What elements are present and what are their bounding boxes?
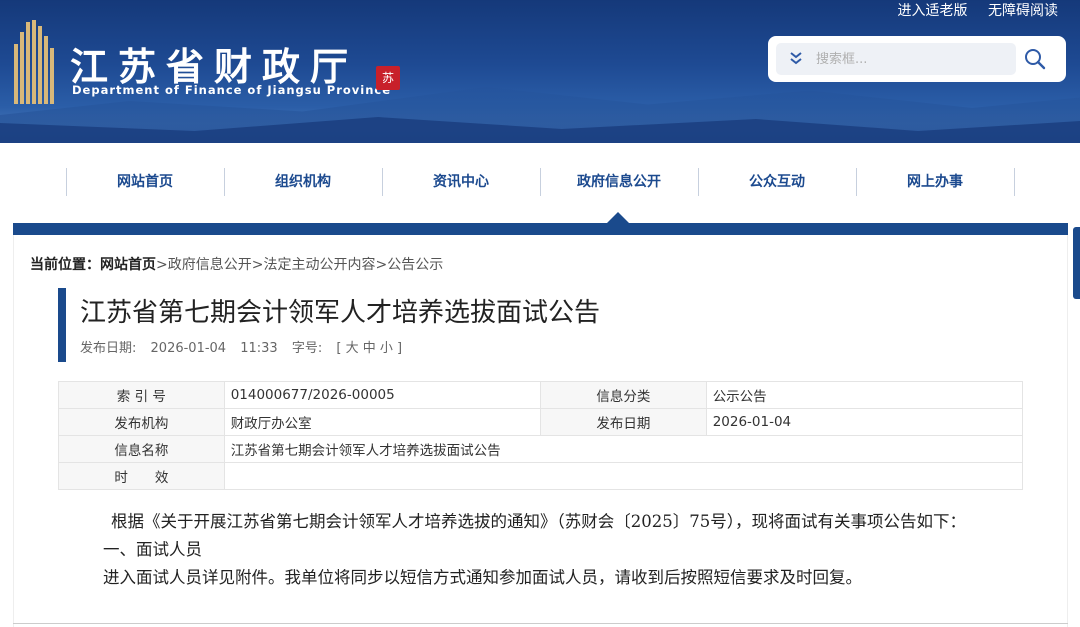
article-body: 根据《关于开展江苏省第七期会计领军人才培养选拔的通知》（苏财会〔2025〕75号… xyxy=(75,508,1025,592)
page-title: 江苏省第七期会计领军人才培养选拔面试公告 xyxy=(80,298,601,328)
validity-label: 时 效 xyxy=(58,462,225,490)
publish-time: 11:33 xyxy=(240,341,278,356)
body-paragraph: 进入面试人员详见附件。我单位将同步以短信方式通知参加面试人员，请收到后按照短信要… xyxy=(103,568,862,587)
date-value: 2026-01-04 xyxy=(705,408,1024,436)
publisher-label: 发布机构 xyxy=(58,408,225,436)
nav-item-online-service[interactable]: 网上办事 xyxy=(856,168,1014,196)
index-label: 索 引 号 xyxy=(58,381,225,409)
nav-divider xyxy=(1014,168,1015,196)
index-value: 014000677/2026-00005 xyxy=(223,381,542,409)
date-label: 发布日期 xyxy=(540,408,707,436)
side-float-tab[interactable] xyxy=(1073,227,1080,299)
title-accent-bar xyxy=(58,288,66,362)
publish-date: 2026-01-04 xyxy=(150,341,227,356)
breadcrumb-home[interactable]: 网站首页 xyxy=(100,257,156,273)
table-row: 时 效 xyxy=(58,462,1024,490)
nav-item-news[interactable]: 资讯中心 xyxy=(382,168,540,196)
site-subtitle: Department of Finance of Jiangsu Provinc… xyxy=(72,83,392,97)
breadcrumb-path[interactable]: >政府信息公开>法定主动公开内容>公告公示 xyxy=(156,257,443,273)
nav-item-gov-info[interactable]: 政府信息公开 xyxy=(540,168,698,196)
fontsize-switch[interactable]: [ 大 中 小 ] xyxy=(336,341,402,356)
article-meta: 发布日期: 2026-01-04 11:33 字号: [ 大 中 小 ] xyxy=(80,337,412,356)
accessibility-link[interactable]: 无障碍阅读 xyxy=(988,3,1058,19)
info-table: 索 引 号 014000677/2026-00005 信息分类 公示公告 发布机… xyxy=(58,381,1024,490)
elderly-mode-link[interactable]: 进入适老版 xyxy=(898,3,968,19)
nav-item-interaction[interactable]: 公众互动 xyxy=(698,168,856,196)
publish-label: 发布日期: xyxy=(80,341,137,356)
nav-underline-bar xyxy=(13,223,1068,235)
divider xyxy=(13,623,1068,624)
search-box xyxy=(768,36,1066,82)
nav-item-home[interactable]: 网站首页 xyxy=(66,168,224,196)
body-paragraph: 根据《关于开展江苏省第七期会计领军人才培养选拔的通知》（苏财会〔2025〕75号… xyxy=(111,512,966,531)
info-name-value: 江苏省第七期会计领军人才培养选拔面试公告 xyxy=(223,435,1024,463)
validity-value xyxy=(223,462,1024,490)
table-row: 发布机构 财政厅办公室 发布日期 2026-01-04 xyxy=(58,408,1024,436)
seal-logo: 苏 xyxy=(376,66,400,90)
category-value: 公示公告 xyxy=(705,381,1024,409)
chevron-down-icon[interactable] xyxy=(788,49,804,67)
search-field-wrap xyxy=(776,43,1016,75)
nav-item-organization[interactable]: 组织机构 xyxy=(224,168,382,196)
publisher-value: 财政厅办公室 xyxy=(223,408,542,436)
category-label: 信息分类 xyxy=(540,381,707,409)
fontsize-label: 字号: xyxy=(291,341,323,356)
header-banner: 江苏省财政厅 Department of Finance of Jiangsu … xyxy=(0,0,1080,143)
section-heading: 一、面试人员 xyxy=(103,540,202,559)
logo-building-icon xyxy=(12,20,54,104)
main-nav: 网站首页 组织机构 资讯中心 政府信息公开 公众互动 网上办事 xyxy=(66,168,1016,196)
table-row: 信息名称 江苏省第七期会计领军人才培养选拔面试公告 xyxy=(58,435,1024,463)
top-links: 进入适老版 无障碍阅读 xyxy=(882,0,1058,20)
table-row: 索 引 号 014000677/2026-00005 信息分类 公示公告 xyxy=(58,381,1024,409)
info-name-label: 信息名称 xyxy=(58,435,225,463)
search-icon[interactable] xyxy=(1022,46,1048,72)
breadcrumb: 当前位置：网站首页>政府信息公开>法定主动公开内容>公告公示 xyxy=(30,254,443,274)
search-input[interactable] xyxy=(816,48,1006,70)
breadcrumb-label: 当前位置： xyxy=(30,257,100,273)
